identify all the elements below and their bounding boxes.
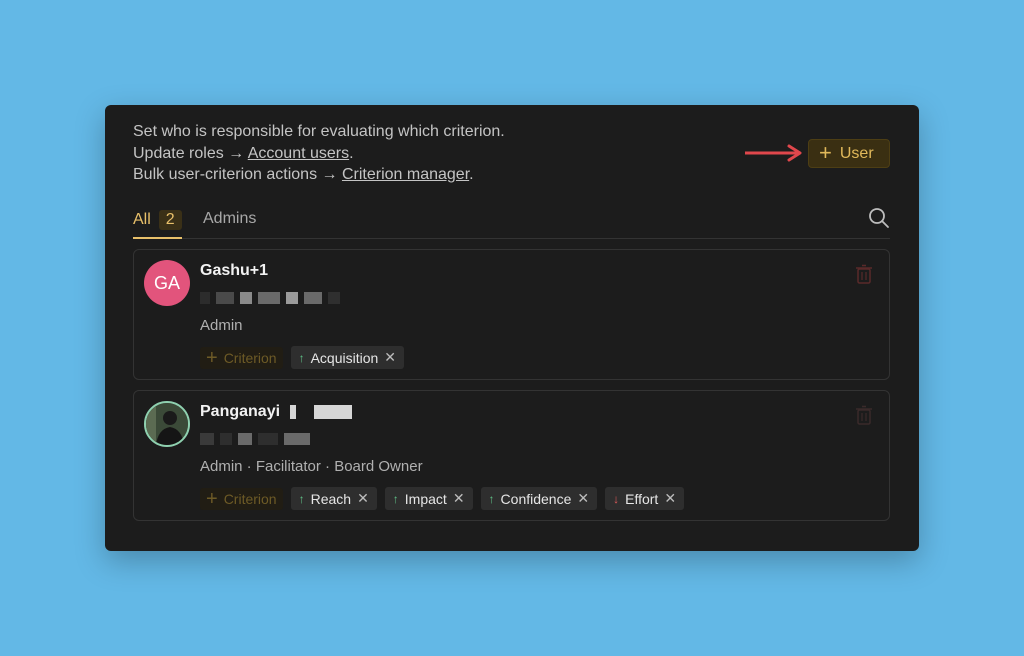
user-card: Panganayi Admin · Facilitator · Board Ow… bbox=[133, 390, 890, 521]
user-name-text: Panganayi bbox=[200, 403, 281, 420]
criterion-chip: ↑ Reach ✕ bbox=[290, 487, 377, 510]
intro-line-3: Bulk user-criterion actions → Criterion … bbox=[133, 166, 474, 183]
criterion-label: Effort bbox=[625, 490, 659, 507]
intro-text: Set who is responsible for evaluating wh… bbox=[133, 121, 505, 186]
redacted-email bbox=[200, 433, 310, 445]
plus-icon: + bbox=[206, 487, 218, 510]
tab-all[interactable]: All 2 bbox=[133, 209, 182, 239]
tab-admins-label: Admins bbox=[203, 210, 257, 227]
arrow-down-icon: ↓ bbox=[613, 491, 620, 506]
remove-criterion-icon[interactable]: ✕ bbox=[357, 490, 369, 507]
user-roles: Admin bbox=[200, 317, 243, 334]
criterion-label: Reach bbox=[310, 490, 352, 507]
add-criterion-button[interactable]: + Criterion bbox=[200, 487, 283, 510]
add-criterion-label: Criterion bbox=[223, 490, 277, 507]
avatar: GA bbox=[144, 260, 190, 306]
user-name: Panganayi bbox=[200, 403, 353, 421]
user-tabs: All 2 Admins bbox=[133, 205, 890, 239]
criterion-label: Acquisition bbox=[310, 349, 379, 366]
redacted-surname bbox=[290, 404, 353, 419]
arrow-up-icon: ↑ bbox=[488, 491, 495, 506]
criteria-list: + Criterion ↑ Reach ✕ ↑ Impact ✕ ↑ Confi… bbox=[200, 487, 685, 510]
search-icon[interactable] bbox=[868, 207, 890, 229]
criteria-list: + Criterion ↑ Acquisition ✕ bbox=[200, 346, 405, 369]
redacted-email bbox=[200, 292, 340, 304]
tab-all-count: 2 bbox=[158, 210, 182, 230]
trash-icon[interactable] bbox=[855, 405, 873, 425]
arrow-up-icon: ↑ bbox=[298, 350, 305, 365]
remove-criterion-icon[interactable]: ✕ bbox=[577, 490, 589, 507]
avatar bbox=[144, 401, 190, 447]
add-user-label: User bbox=[839, 144, 874, 162]
intro-line-2: Update roles → Account users. bbox=[133, 144, 354, 162]
criterion-chip: ↑ Confidence ✕ bbox=[480, 487, 598, 510]
plus-icon: + bbox=[206, 346, 218, 369]
criterion-label: Impact bbox=[404, 490, 447, 507]
criterion-label: Confidence bbox=[500, 490, 572, 507]
red-arrow-icon bbox=[745, 144, 802, 162]
intro-line-1: Set who is responsible for evaluating wh… bbox=[133, 123, 505, 140]
remove-criterion-icon[interactable]: ✕ bbox=[453, 490, 465, 507]
plus-icon: + bbox=[819, 139, 832, 165]
user-card: GA Gashu+1 Admin + Criterion ↑ Acquisiti… bbox=[133, 249, 890, 380]
user-roles: Admin · Facilitator · Board Owner bbox=[200, 458, 423, 475]
add-criterion-label: Criterion bbox=[223, 349, 277, 366]
tab-admins[interactable]: Admins bbox=[203, 210, 256, 228]
arrow-up-icon: ↑ bbox=[298, 491, 305, 506]
user-photo-icon bbox=[146, 403, 188, 445]
criterion-chip: ↑ Acquisition ✕ bbox=[290, 346, 405, 369]
criterion-chip: ↓ Effort ✕ bbox=[605, 487, 685, 510]
trash-icon[interactable] bbox=[855, 264, 873, 284]
tab-all-label: All bbox=[133, 211, 151, 228]
add-user-button[interactable]: + User bbox=[808, 139, 890, 168]
user-criterion-panel: Set who is responsible for evaluating wh… bbox=[105, 105, 919, 551]
criterion-manager-link[interactable]: Criterion manager bbox=[342, 166, 469, 183]
user-name: Gashu+1 bbox=[200, 262, 269, 279]
add-criterion-button[interactable]: + Criterion bbox=[200, 346, 283, 369]
remove-criterion-icon[interactable]: ✕ bbox=[384, 349, 396, 366]
account-users-link[interactable]: Account users bbox=[248, 145, 349, 162]
remove-criterion-icon[interactable]: ✕ bbox=[664, 490, 676, 507]
criterion-chip: ↑ Impact ✕ bbox=[384, 487, 473, 510]
arrow-up-icon: ↑ bbox=[392, 491, 399, 506]
